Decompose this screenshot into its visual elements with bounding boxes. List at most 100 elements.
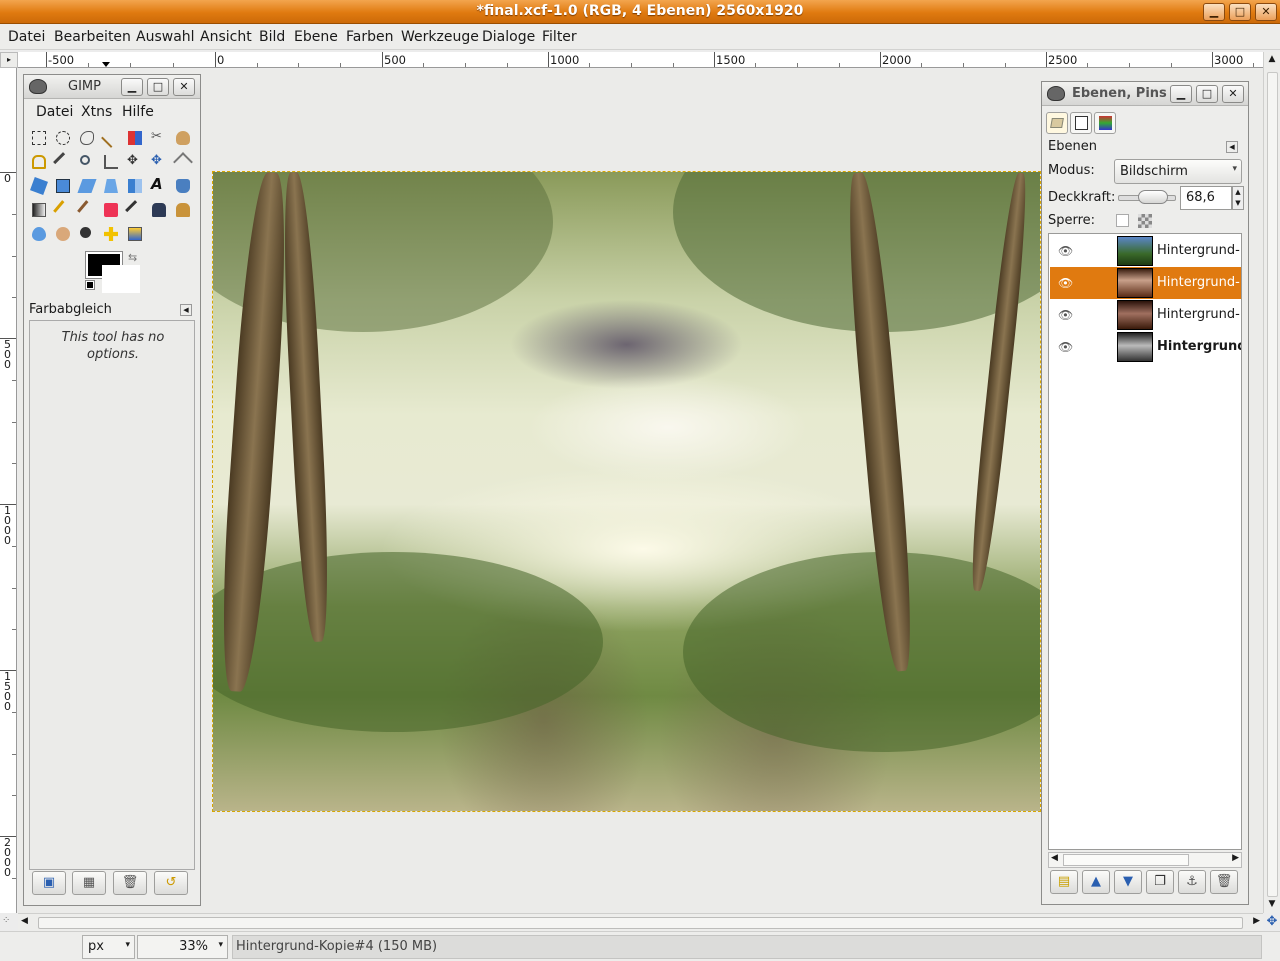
menu-ebene[interactable]: Ebene <box>294 29 338 45</box>
ellipse-select-icon[interactable] <box>52 127 74 149</box>
blend-icon[interactable] <box>28 199 50 221</box>
layers-maximize-button[interactable]: □ <box>1196 85 1218 103</box>
eraser-icon[interactable] <box>100 199 122 221</box>
dodge-burn-icon[interactable] <box>76 223 98 245</box>
scroll-down-icon[interactable]: ▼ <box>1266 899 1278 911</box>
measure-icon[interactable] <box>100 151 122 173</box>
ruler-corner-icon[interactable]: ▸ <box>0 52 18 68</box>
layer-list-scrollbar[interactable]: ◀ ▶ <box>1048 852 1242 868</box>
opacity-input[interactable]: 68,6 <box>1180 186 1232 210</box>
menu-bearbeiten[interactable]: Bearbeiten <box>54 29 131 45</box>
unit-select[interactable]: px ▾ <box>82 935 135 959</box>
tab-paths-icon[interactable] <box>1094 112 1116 134</box>
restore-options-icon[interactable]: ▦ <box>72 871 106 895</box>
mode-select[interactable]: Bildschirm ▾ <box>1114 159 1242 184</box>
free-select-icon[interactable] <box>76 127 98 149</box>
vertical-ruler[interactable]: 0 500 1000 1500 2000 <box>0 68 17 913</box>
image-canvas[interactable] <box>212 171 1041 812</box>
flip-icon[interactable] <box>124 175 146 197</box>
swap-colors-icon[interactable]: ⇆ <box>128 251 137 264</box>
layer-row[interactable]: 👁 Hintergrund-K <box>1050 267 1241 299</box>
close-button[interactable]: ✕ <box>1255 3 1277 21</box>
reset-options-icon[interactable]: ↺ <box>154 871 188 895</box>
menu-bild[interactable]: Bild <box>259 29 285 45</box>
toolbox-menu-hilfe[interactable]: Hilfe <box>122 104 154 120</box>
scale-icon[interactable] <box>52 175 74 197</box>
smudge-icon[interactable] <box>52 223 74 245</box>
toolbox-maximize-button[interactable]: □ <box>147 78 169 96</box>
scissors-icon[interactable]: ✂ <box>148 127 170 149</box>
layer-row[interactable]: 👁 Hintergrund-K <box>1050 235 1241 267</box>
main-titlebar[interactable]: *final.xcf-1.0 (RGB, 4 Ebenen) 2560x1920… <box>0 0 1280 24</box>
menu-datei[interactable]: Datei <box>8 29 45 45</box>
tab-channels-icon[interactable] <box>1070 112 1092 134</box>
ink-icon[interactable] <box>148 199 170 221</box>
rect-select-icon[interactable] <box>28 127 50 149</box>
save-options-icon[interactable]: ▣ <box>32 871 66 895</box>
opacity-slider-handle[interactable] <box>1138 190 1168 204</box>
layers-minimize-button[interactable]: ▁ <box>1170 85 1192 103</box>
visibility-eye-icon[interactable]: 👁 <box>1058 276 1073 290</box>
scroll-right-icon[interactable]: ▶ <box>1253 916 1260 926</box>
quickmask-icon[interactable]: ⁘ <box>2 915 16 929</box>
toolbox-menu-datei[interactable]: Datei <box>36 104 73 120</box>
move-icon[interactable]: ✥ <box>124 151 146 173</box>
layers-titlebar[interactable]: Ebenen, Pins ▁ □ ✕ <box>1042 82 1248 106</box>
duplicate-layer-icon[interactable]: ❐ <box>1146 870 1174 894</box>
opacity-spin-buttons[interactable]: ▲ ▼ <box>1232 186 1244 210</box>
vertical-scrollbar[interactable]: ▲ ▼ <box>1263 52 1280 913</box>
visibility-eye-icon[interactable]: 👁 <box>1058 244 1073 258</box>
minimize-button[interactable]: ▁ <box>1203 3 1225 21</box>
toolbox-titlebar[interactable]: GIMP ▁ □ ✕ <box>24 75 200 99</box>
toolbox-menu-xtns[interactable]: Xtns <box>81 104 112 120</box>
menu-dialoge[interactable]: Dialoge <box>482 29 535 45</box>
color-picker-icon[interactable] <box>52 151 74 173</box>
fuzzy-select-icon[interactable] <box>100 127 122 149</box>
clone-icon[interactable] <box>172 199 194 221</box>
crop-icon[interactable] <box>172 151 194 173</box>
horizontal-scrollbar[interactable]: ◀ ▶ <box>18 913 1263 931</box>
toolbox-close-button[interactable]: ✕ <box>173 78 195 96</box>
airbrush-icon[interactable] <box>124 199 146 221</box>
lock-alpha-icon[interactable] <box>1138 214 1152 228</box>
menu-ansicht[interactable]: Ansicht <box>200 29 252 45</box>
perspective-icon[interactable] <box>100 175 122 197</box>
lock-checkbox[interactable] <box>1116 214 1129 227</box>
menu-auswahl[interactable]: Auswahl <box>136 29 195 45</box>
zoom-icon[interactable] <box>76 151 98 173</box>
blur-icon[interactable] <box>28 223 50 245</box>
delete-options-icon[interactable]: 🗑 <box>113 871 147 895</box>
align-icon[interactable]: ✥ <box>148 151 170 173</box>
menu-filter[interactable]: Filter <box>542 29 577 45</box>
layer-row[interactable]: 👁 Hintergrund <box>1050 331 1241 363</box>
scroll-right-icon[interactable]: ▶ <box>1232 853 1239 863</box>
pencil-icon[interactable] <box>52 199 74 221</box>
new-layer-icon[interactable]: ▤ <box>1050 870 1078 894</box>
text-icon[interactable]: A <box>148 175 170 197</box>
paintbrush-icon[interactable] <box>76 199 98 221</box>
background-color-swatch[interactable] <box>102 265 140 293</box>
scroll-left-icon[interactable]: ◀ <box>21 916 28 926</box>
default-colors-icon[interactable] <box>85 280 95 290</box>
scroll-left-icon[interactable]: ◀ <box>1051 853 1058 863</box>
color-balance-icon[interactable] <box>124 223 146 245</box>
paths-icon[interactable] <box>28 151 50 173</box>
tab-layers-icon[interactable] <box>1046 112 1068 134</box>
anchor-layer-icon[interactable]: ⚓ <box>1178 870 1206 894</box>
shear-icon[interactable] <box>76 175 98 197</box>
layers-tab-menu-icon[interactable]: ◀ <box>1226 141 1238 153</box>
layers-close-button[interactable]: ✕ <box>1222 85 1244 103</box>
tab-menu-icon[interactable]: ◀ <box>180 304 192 316</box>
scroll-up-icon[interactable]: ▲ <box>1266 54 1278 66</box>
lower-layer-icon[interactable]: ▼ <box>1114 870 1142 894</box>
zoom-select[interactable]: 33% ▾ <box>137 935 228 959</box>
menu-werkzeuge[interactable]: Werkzeuge <box>401 29 479 45</box>
menu-farben[interactable]: Farben <box>346 29 393 45</box>
rotate-icon[interactable] <box>28 175 50 197</box>
foreground-select-icon[interactable] <box>172 127 194 149</box>
layer-row[interactable]: 👁 Hintergrund-K <box>1050 299 1241 331</box>
visibility-eye-icon[interactable]: 👁 <box>1058 340 1073 354</box>
navigate-icon[interactable]: ✥ <box>1264 914 1280 930</box>
horizontal-ruler[interactable]: -500 0 500 1000 1500 2000 2500 3000 <box>18 52 1263 68</box>
toolbox-minimize-button[interactable]: ▁ <box>121 78 143 96</box>
